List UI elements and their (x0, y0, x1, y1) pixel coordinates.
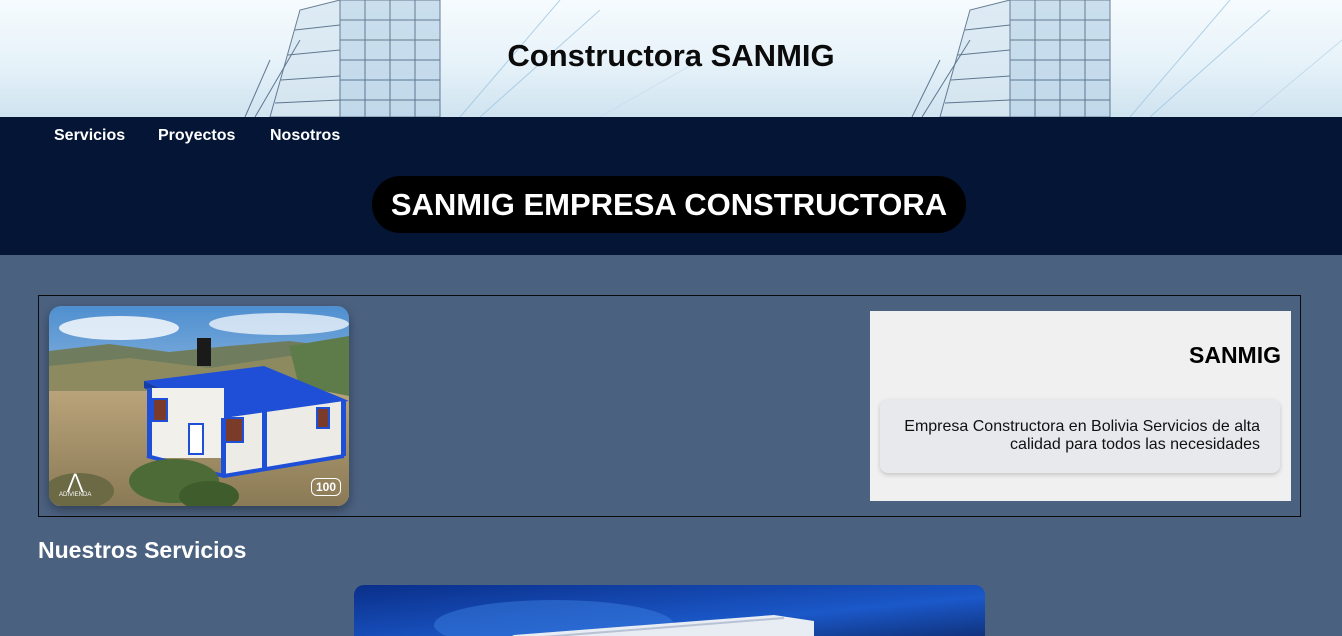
nav-link-nosotros[interactable]: Nosotros (270, 127, 340, 145)
feature-section: ⋀ ADIVIENDA 100 SANMIG Empresa Construct… (38, 295, 1301, 517)
services-heading: Nuestros Servicios (38, 537, 247, 563)
nav-link-proyectos[interactable]: Proyectos (158, 127, 235, 145)
nav-link-servicios[interactable]: Servicios (54, 127, 125, 145)
hero-title: SANMIG EMPRESA CONSTRUCTORA (372, 176, 966, 233)
header-banner: Constructora SANMIG (0, 0, 1342, 117)
company-description: Empresa Constructora en Bolivia Servicio… (880, 399, 1280, 473)
adivienda-logo: ⋀ ADIVIENDA (59, 471, 92, 498)
house-photo: ⋀ ADIVIENDA 100 (49, 306, 349, 506)
service-photo (354, 585, 985, 636)
company-info-card: SANMIG Empresa Constructora en Bolivia S… (870, 311, 1291, 501)
company-card-title: SANMIG (1189, 342, 1281, 368)
site-title: Constructora SANMIG (507, 38, 835, 73)
navigation-bar: Servicios Proyectos Nosotros SANMIG EMPR… (0, 117, 1342, 255)
100-anniversary-badge: 100 (310, 478, 341, 496)
